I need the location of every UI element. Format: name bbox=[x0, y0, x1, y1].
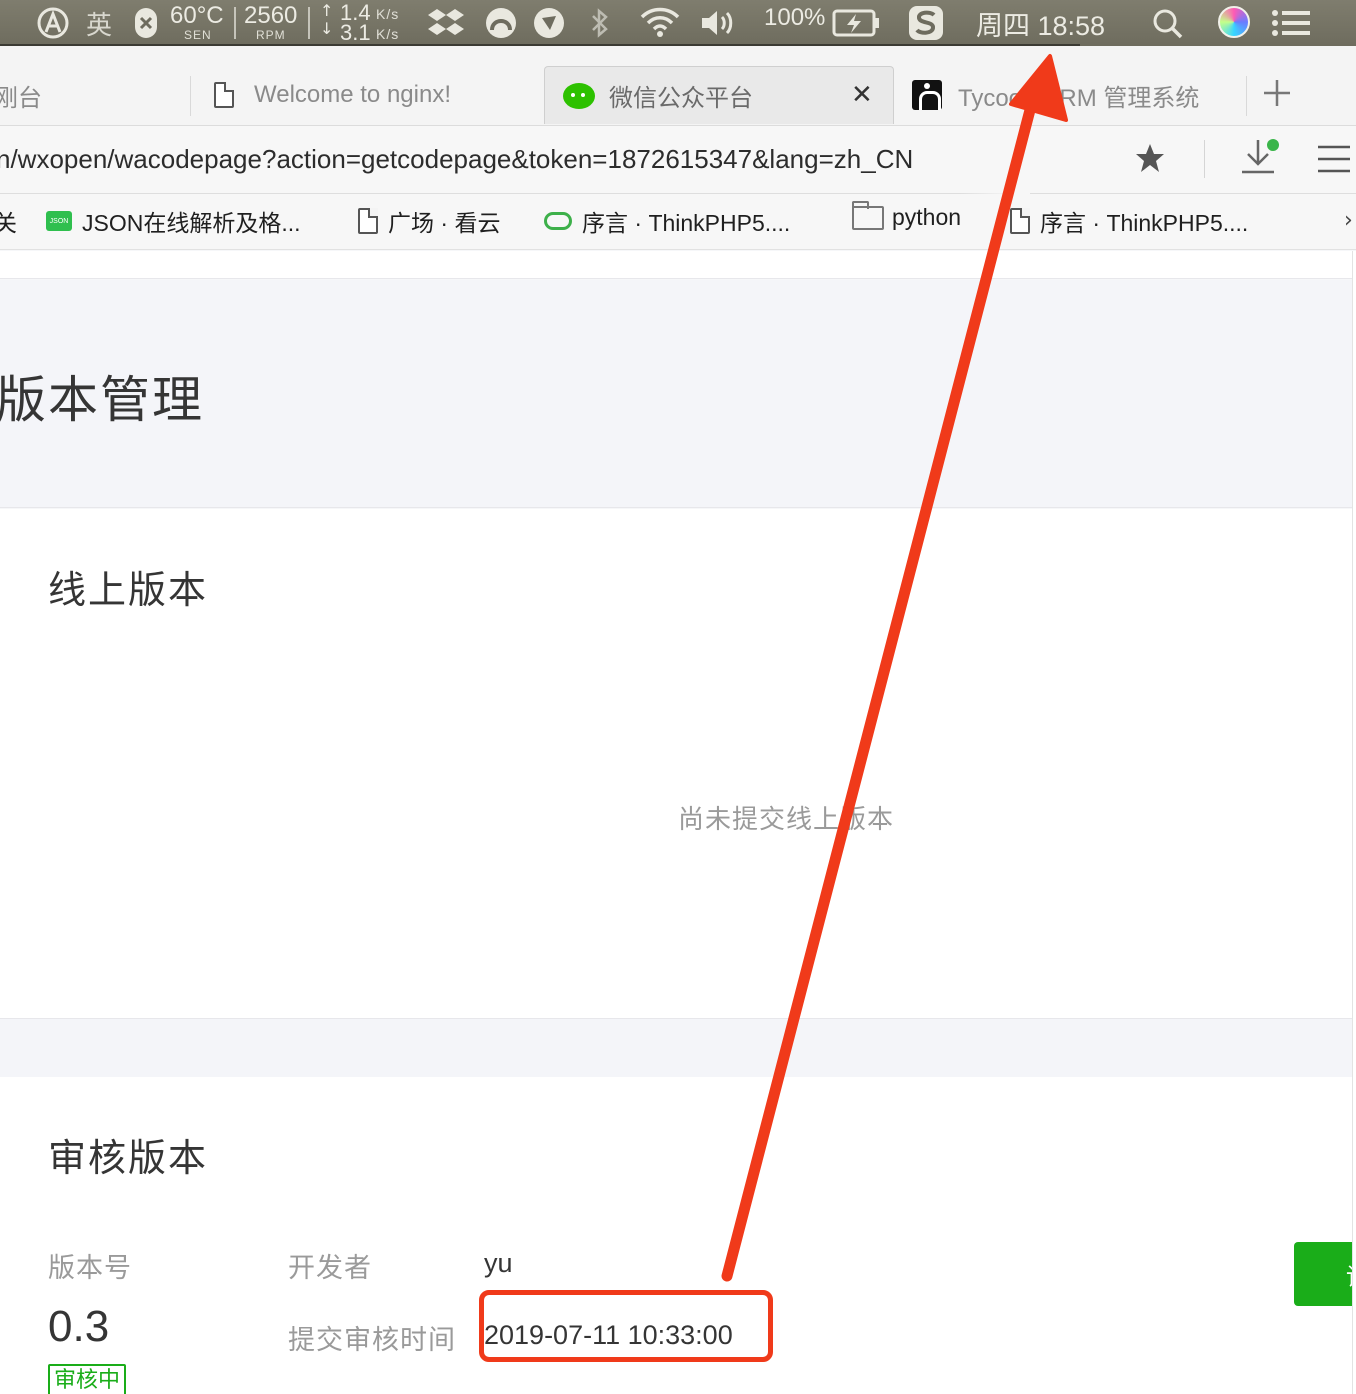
annotation-arrow-shaft bbox=[721, 104, 1036, 1282]
annotation-arrow-head bbox=[1009, 54, 1068, 122]
annotation-arrow bbox=[721, 54, 1068, 1282]
